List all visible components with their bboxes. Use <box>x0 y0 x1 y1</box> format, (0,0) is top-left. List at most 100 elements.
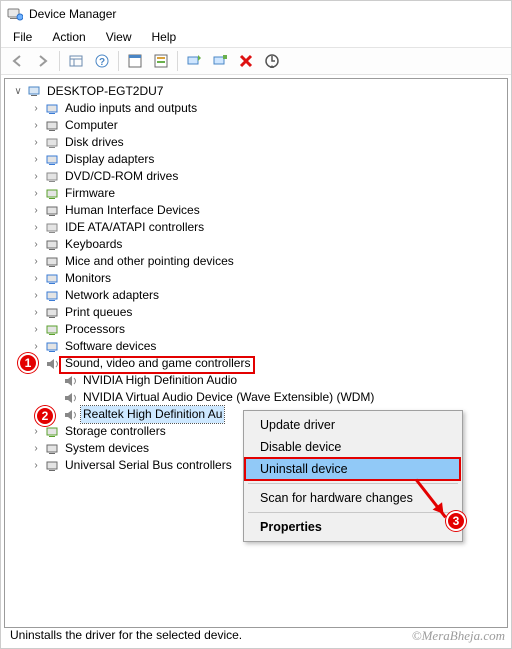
category-firmware[interactable]: › Firmware <box>7 185 505 202</box>
category-label: Processors <box>63 321 127 338</box>
category-mice[interactable]: › Mice and other pointing devices <box>7 253 505 270</box>
watermark: ©MeraBheja.com <box>412 628 505 644</box>
scan-button[interactable] <box>260 49 284 73</box>
disable-button[interactable] <box>234 49 258 73</box>
category-ports[interactable]: › Print queues <box>7 304 505 321</box>
category-label: Display adapters <box>63 151 156 168</box>
category-label: Network adapters <box>63 287 161 304</box>
device-nvidia-hda[interactable]: NVIDIA High Definition Audio <box>7 372 505 389</box>
expander-icon[interactable]: › <box>29 440 43 457</box>
category-computer[interactable]: ›Computer <box>7 117 505 134</box>
device-category-icon <box>45 118 61 134</box>
category-ide[interactable]: › IDE ATA/ATAPI controllers <box>7 219 505 236</box>
category-hid[interactable]: › Human Interface Devices <box>7 202 505 219</box>
device-category-icon <box>45 305 61 321</box>
help-button[interactable]: ? <box>90 49 114 73</box>
category-processors[interactable]: › Processors <box>7 321 505 338</box>
category-label: Firmware <box>63 185 117 202</box>
tree-root[interactable]: ∨ DESKTOP-EGT2DU7 <box>7 83 505 100</box>
category-audio-inputs[interactable]: › Audio inputs and outputs <box>7 100 505 117</box>
update-driver-button[interactable] <box>182 49 206 73</box>
expander-icon[interactable]: › <box>29 100 43 117</box>
category-label: Disk drives <box>63 134 126 151</box>
context-separator <box>248 483 458 484</box>
device-category-icon <box>45 424 61 440</box>
context-uninstall[interactable]: Uninstall device <box>246 458 460 480</box>
back-button[interactable] <box>5 49 29 73</box>
expander-icon[interactable]: › <box>29 423 43 440</box>
expander-icon[interactable]: › <box>29 321 43 338</box>
expander-icon[interactable]: › <box>29 253 43 270</box>
device-category-icon <box>45 322 61 338</box>
expander-icon[interactable]: › <box>29 236 43 253</box>
expander-icon[interactable]: › <box>29 134 43 151</box>
toolbar-divider <box>59 51 60 71</box>
category-dvd-cd[interactable]: › DVD/CD-ROM drives <box>7 168 505 185</box>
uninstall-button[interactable] <box>208 49 232 73</box>
expander-icon[interactable]: › <box>29 151 43 168</box>
computer-icon <box>27 84 43 100</box>
device-label: NVIDIA High Definition Audio <box>81 372 239 389</box>
category-display-adapters[interactable]: › Display adapters <box>7 151 505 168</box>
expander-icon[interactable]: ∨ <box>11 83 25 100</box>
expander-icon[interactable]: › <box>29 168 43 185</box>
category-label: Software devices <box>63 338 158 355</box>
category-monitors[interactable]: ›Monitors <box>7 270 505 287</box>
category-label: Sound, video and game controllers <box>63 355 252 372</box>
app-icon <box>7 6 23 22</box>
device-category-icon <box>45 152 61 168</box>
context-properties[interactable]: Properties <box>246 516 460 538</box>
category-disk-drives[interactable]: › Disk drives <box>7 134 505 151</box>
annotation-badge-1: 1 <box>18 353 38 373</box>
expander-icon[interactable]: › <box>29 202 43 219</box>
device-tree-container: ∨ DESKTOP-EGT2DU7 › Audio inputs and outp… <box>4 78 508 628</box>
device-nvidia-virtual[interactable]: NVIDIA Virtual Audio Device (Wave Extens… <box>7 389 505 406</box>
show-hidden-button[interactable] <box>64 49 88 73</box>
category-software[interactable]: › Software devices <box>7 338 505 355</box>
expander-icon[interactable]: › <box>29 457 43 474</box>
category-label: Universal Serial Bus controllers <box>63 457 234 474</box>
category-label: Keyboards <box>63 236 124 253</box>
menu-bar: File Action View Help <box>1 27 511 47</box>
expander-icon[interactable]: › <box>29 287 43 304</box>
device-category-icon <box>45 101 61 117</box>
forward-button[interactable] <box>31 49 55 73</box>
device-label: NVIDIA Virtual Audio Device (Wave Extens… <box>81 389 376 406</box>
speaker-icon <box>63 390 79 406</box>
context-separator <box>248 512 458 513</box>
category-label: Mice and other pointing devices <box>63 253 236 270</box>
category-label: DVD/CD-ROM drives <box>63 168 180 185</box>
expander-icon[interactable]: › <box>29 270 43 287</box>
category-label: IDE ATA/ATAPI controllers <box>63 219 206 236</box>
speaker-icon <box>63 407 79 423</box>
context-disable[interactable]: Disable device <box>246 436 460 458</box>
expander-icon[interactable]: › <box>29 219 43 236</box>
expander-icon[interactable]: › <box>29 304 43 321</box>
menu-help[interactable]: Help <box>144 28 185 46</box>
context-update[interactable]: Update driver <box>246 414 460 436</box>
category-label: Audio inputs and outputs <box>63 100 199 117</box>
category-network[interactable]: › Network adapters <box>7 287 505 304</box>
category-label: Print queues <box>63 304 134 321</box>
device-category-icon <box>45 237 61 253</box>
annotation-badge-2: 2 <box>35 406 55 426</box>
properties-button[interactable] <box>123 49 147 73</box>
window-title: Device Manager <box>29 7 116 21</box>
expander-icon[interactable]: › <box>29 185 43 202</box>
action-button[interactable] <box>149 49 173 73</box>
category-label: Storage controllers <box>63 423 168 440</box>
category-sound[interactable]: ∨ Sound, video and game controllers <box>7 355 505 372</box>
toolbar-divider <box>177 51 178 71</box>
device-category-icon <box>45 203 61 219</box>
menu-file[interactable]: File <box>5 28 40 46</box>
expander-icon[interactable]: › <box>29 117 43 134</box>
menu-view[interactable]: View <box>98 28 140 46</box>
device-category-icon <box>45 169 61 185</box>
expander-icon[interactable]: › <box>29 338 43 355</box>
speaker-icon <box>63 373 79 389</box>
category-keyboards[interactable]: › Keyboards <box>7 236 505 253</box>
device-category-icon <box>45 186 61 202</box>
menu-action[interactable]: Action <box>44 28 93 46</box>
device-category-icon <box>45 288 61 304</box>
category-label: Human Interface Devices <box>63 202 202 219</box>
